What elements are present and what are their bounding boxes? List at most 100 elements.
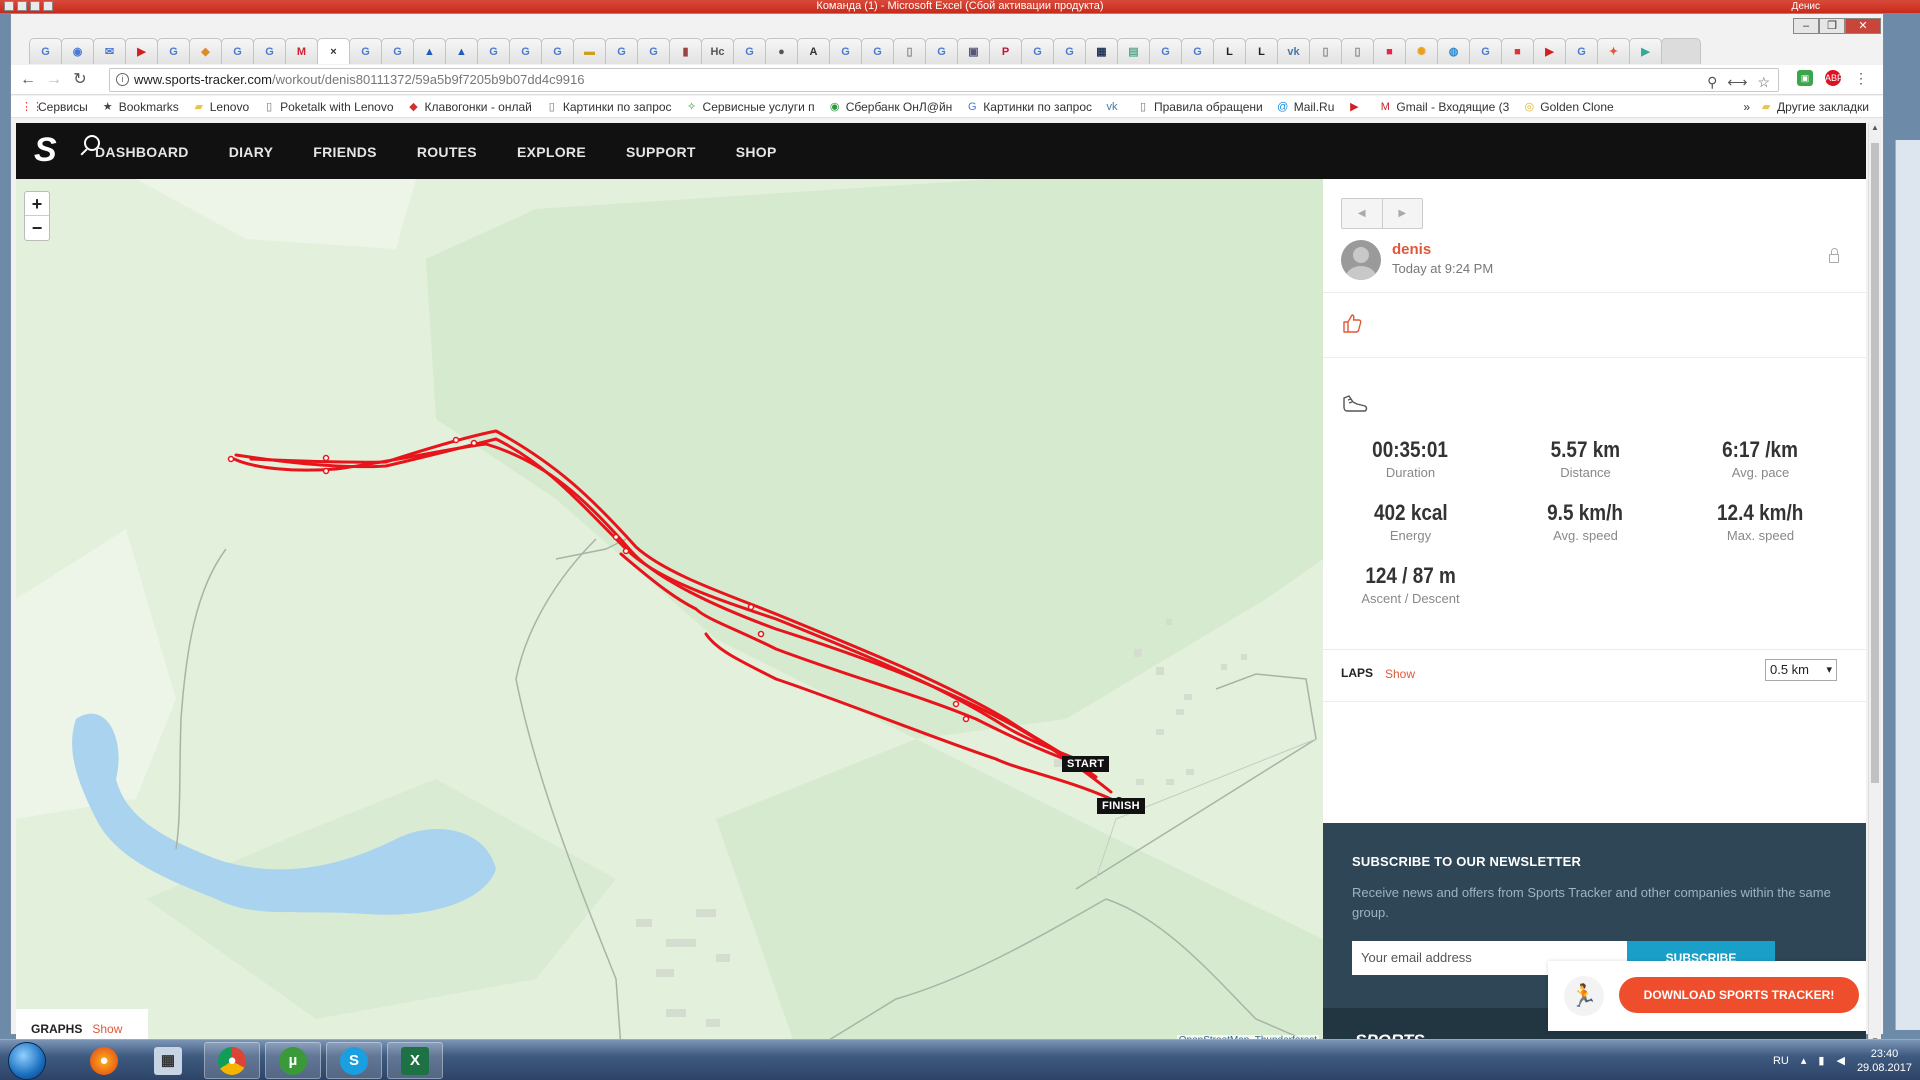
tab-l[interactable]: L xyxy=(1213,38,1246,64)
bookmark-item[interactable]: M Gmail - Входящие (3 xyxy=(1379,100,1510,114)
bookmark-item[interactable]: ◉ Сбербанк ОнЛ@йн xyxy=(829,100,952,114)
tab-youtube[interactable]: ▶ xyxy=(1533,38,1566,64)
laps-show-link[interactable]: Show xyxy=(1385,667,1415,681)
tab-orange[interactable]: ■ xyxy=(1373,38,1406,64)
tab-window[interactable]: ▣ xyxy=(957,38,990,64)
nav-routes[interactable]: ROUTES xyxy=(417,144,477,160)
tray-expand-icon[interactable]: ▴ xyxy=(1801,1054,1807,1067)
tab-l[interactable]: L xyxy=(1245,38,1278,64)
tab-google[interactable]: G xyxy=(861,38,894,64)
tab-tree[interactable]: ▲ xyxy=(445,38,478,64)
bookmark-item[interactable]: ◆ Клавогонки - онлай xyxy=(408,100,532,114)
tab-owl[interactable]: ● xyxy=(765,38,798,64)
bookmark-item[interactable]: ▶ xyxy=(1348,101,1365,113)
tab-youtube[interactable]: ▶ xyxy=(125,38,158,64)
tab-pinterest[interactable]: P xyxy=(989,38,1022,64)
tab-bottle[interactable]: ▮ xyxy=(669,38,702,64)
volume-icon[interactable]: ◀ xyxy=(1836,1054,1844,1067)
laps-interval-select[interactable]: 0.5 km xyxy=(1765,659,1837,681)
other-bookmarks-folder[interactable]: ▰ Другие закладки xyxy=(1760,100,1869,114)
language-indicator[interactable]: RU xyxy=(1773,1055,1789,1067)
route-map[interactable]: + − START FINISH GRAPHSShow OpenStreetMa… xyxy=(16,179,1323,1048)
tab-google[interactable]: G xyxy=(637,38,670,64)
avatar[interactable] xyxy=(1341,240,1381,280)
maximize-button[interactable]: ❐ xyxy=(1819,18,1845,34)
tab-google[interactable]: G xyxy=(1565,38,1598,64)
tab-vk[interactable]: vk xyxy=(1277,38,1310,64)
bookmark-item[interactable]: ▯ Правила обращени xyxy=(1137,100,1263,114)
taskbar-firefox[interactable]: ● xyxy=(76,1042,132,1079)
tab-hc[interactable]: Hc xyxy=(701,38,734,64)
tab-google[interactable]: G xyxy=(1053,38,1086,64)
new-tab-button[interactable] xyxy=(1661,38,1701,64)
back-arrow-icon[interactable]: ← xyxy=(17,70,39,90)
tab-google[interactable]: G xyxy=(605,38,638,64)
tab-google[interactable]: G xyxy=(157,38,190,64)
graphs-show-link[interactable]: Show xyxy=(92,1022,122,1036)
bookmark-item[interactable]: ⋮⋮ Сервисы xyxy=(21,100,88,114)
thumbs-up-icon[interactable] xyxy=(1341,312,1363,334)
bookmark-item[interactable]: ▰ Lenovo xyxy=(193,100,250,114)
sports-tracker-logo[interactable]: S xyxy=(34,132,70,168)
nav-support[interactable]: SUPPORT xyxy=(626,144,696,160)
tab-google[interactable]: G xyxy=(829,38,862,64)
tab-play[interactable]: ▶ xyxy=(1629,38,1662,64)
clock[interactable]: 23:40 29.08.2017 xyxy=(1857,1047,1912,1075)
tab-globe[interactable]: ◍ xyxy=(1437,38,1470,64)
tab-google[interactable]: G xyxy=(1149,38,1182,64)
tab-page[interactable]: ▯ xyxy=(893,38,926,64)
pin-icon[interactable]: ⚲ xyxy=(1707,71,1717,93)
scroll-up-arrow-icon[interactable]: ▲ xyxy=(1869,123,1881,135)
bookmark-item[interactable]: G Картинки по запрос xyxy=(966,100,1092,114)
tab-sports-tracker-active[interactable]: × xyxy=(317,38,350,64)
tab-google[interactable]: G xyxy=(925,38,958,64)
bookmark-item[interactable]: @ Mail.Ru xyxy=(1277,100,1334,114)
tab-google[interactable]: G xyxy=(253,38,286,64)
network-icon[interactable]: ▮ xyxy=(1818,1054,1824,1067)
tab-gmail[interactable]: M xyxy=(285,38,318,64)
tab-google[interactable]: G xyxy=(477,38,510,64)
tab-google[interactable]: G xyxy=(1469,38,1502,64)
tab-google[interactable]: G xyxy=(733,38,766,64)
address-bar[interactable]: i www.sports-tracker.com/workout/denis80… xyxy=(109,68,1779,92)
bookmark-item[interactable]: ◎ Golden Clone xyxy=(1523,100,1613,114)
zoom-out-button[interactable]: − xyxy=(25,216,49,240)
tab-chart[interactable]: ▤ xyxy=(1117,38,1150,64)
reload-icon[interactable]: ↻ xyxy=(69,70,91,90)
excel-quick-access[interactable] xyxy=(4,1,53,11)
tab-card[interactable]: ▬ xyxy=(573,38,606,64)
tab-google[interactable]: G xyxy=(381,38,414,64)
tab-google[interactable]: G xyxy=(1021,38,1054,64)
nav-shop[interactable]: SHOP xyxy=(736,144,777,160)
info-icon[interactable]: i xyxy=(116,73,129,86)
tab-red[interactable]: ■ xyxy=(1501,38,1534,64)
tab-google[interactable]: G xyxy=(509,38,542,64)
forward-arrow-icon[interactable]: → xyxy=(43,70,65,90)
nav-diary[interactable]: DIARY xyxy=(229,144,274,160)
nav-friends[interactable]: FRIENDS xyxy=(313,144,377,160)
tab-page[interactable]: ▯ xyxy=(1341,38,1374,64)
tab-google[interactable]: G xyxy=(221,38,254,64)
tab-mail[interactable]: ✉ xyxy=(93,38,126,64)
next-workout-arrow-icon[interactable]: ▶ xyxy=(1383,199,1423,228)
bookmark-item[interactable]: ✧ Сервисные услуги п xyxy=(686,100,815,114)
menu-dots-icon[interactable]: ⋮ xyxy=(1853,70,1869,86)
tab-google[interactable]: G xyxy=(349,38,382,64)
bookmarks-overflow-button[interactable]: » xyxy=(1743,100,1750,114)
bookmark-item[interactable]: ▯ Картинки по запрос xyxy=(546,100,672,114)
taskbar-skype[interactable]: S xyxy=(326,1042,382,1079)
taskbar-calculator[interactable]: ▦ xyxy=(140,1042,196,1079)
tab-grid[interactable]: ▦ xyxy=(1085,38,1118,64)
star-bookmark-icon[interactable]: ☆ xyxy=(1757,71,1770,93)
bookmark-item[interactable]: vk xyxy=(1106,101,1123,113)
taskbar-utorrent[interactable]: µ xyxy=(265,1042,321,1079)
close-tab-icon[interactable]: × xyxy=(330,46,336,58)
prev-workout-arrow-icon[interactable]: ◀ xyxy=(1342,199,1383,228)
download-app-button[interactable]: DOWNLOAD SPORTS TRACKER! xyxy=(1619,977,1859,1013)
zoom-in-button[interactable]: + xyxy=(25,192,49,216)
nav-dashboard[interactable]: DASHBOARD xyxy=(95,144,189,160)
tab-game[interactable]: A xyxy=(797,38,830,64)
close-window-button[interactable]: ✕ xyxy=(1845,18,1881,34)
tab-camera[interactable]: ◉ xyxy=(61,38,94,64)
nav-explore[interactable]: EXPLORE xyxy=(517,144,586,160)
